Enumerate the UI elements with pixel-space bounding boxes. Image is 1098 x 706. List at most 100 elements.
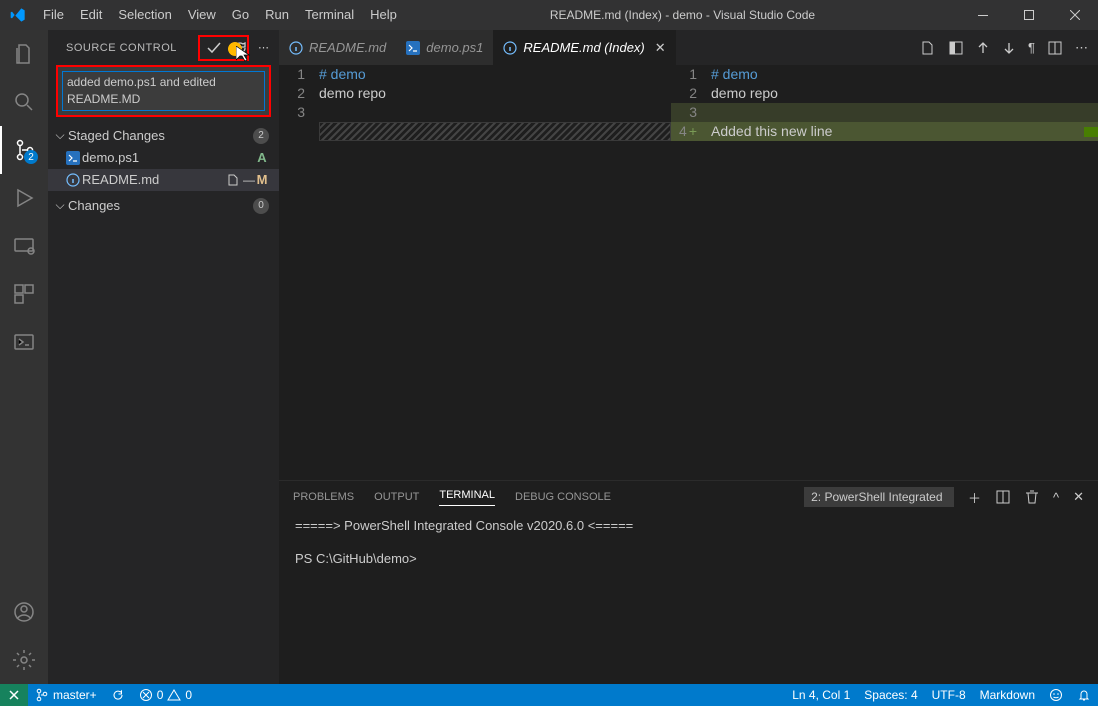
vscode-logo-icon bbox=[0, 7, 35, 23]
chevron-down-icon: ⌵ bbox=[52, 128, 68, 143]
close-button[interactable] bbox=[1052, 0, 1098, 30]
extensions-icon[interactable] bbox=[0, 270, 48, 318]
remote-explorer-icon[interactable] bbox=[0, 222, 48, 270]
menu-selection[interactable]: Selection bbox=[110, 0, 179, 30]
powershell-icon[interactable] bbox=[0, 318, 48, 366]
minimize-button[interactable] bbox=[960, 0, 1006, 30]
indentation[interactable]: Spaces: 4 bbox=[857, 684, 924, 706]
code-line: # demo bbox=[711, 65, 758, 84]
tab-label: README.md bbox=[309, 40, 386, 55]
tab-label: README.md (Index) bbox=[523, 40, 644, 55]
commit-check-icon[interactable] bbox=[206, 40, 222, 56]
diff-placeholder bbox=[319, 122, 671, 141]
prev-change-icon[interactable] bbox=[976, 41, 990, 55]
more-actions-icon[interactable]: ⋯ bbox=[258, 41, 269, 54]
menu-view[interactable]: View bbox=[180, 0, 224, 30]
tab-demo-ps1[interactable]: demo.ps1 bbox=[396, 30, 493, 65]
editor-area: README.md demo.ps1 README.md (Index) ✕ ¶… bbox=[279, 30, 1098, 684]
info-file-icon bbox=[503, 41, 517, 55]
maximize-button[interactable] bbox=[1006, 0, 1052, 30]
more-actions-icon[interactable]: ⋯ bbox=[1075, 40, 1088, 56]
panel-tab-terminal[interactable]: TERMINAL bbox=[439, 489, 495, 506]
editor-modified[interactable]: 1# demo 2demo repo 3 4Added this new lin… bbox=[671, 65, 1098, 480]
code-line: # demo bbox=[319, 65, 366, 84]
changes-label: Changes bbox=[68, 198, 253, 213]
ps1-file-icon bbox=[64, 151, 82, 165]
info-file-icon bbox=[289, 41, 303, 55]
close-panel-icon[interactable]: ✕ bbox=[1073, 489, 1084, 505]
commit-message-input[interactable]: added demo.ps1 and edited README.MD bbox=[56, 65, 271, 117]
terminal-selector[interactable]: 2: PowerShell Integrated bbox=[804, 487, 954, 507]
staged-label: Staged Changes bbox=[68, 128, 253, 143]
window-title: README.md (Index) - demo - Visual Studio… bbox=[405, 8, 960, 22]
menu-edit[interactable]: Edit bbox=[72, 0, 110, 30]
run-debug-icon[interactable] bbox=[0, 174, 48, 222]
feedback-icon[interactable] bbox=[1042, 684, 1070, 706]
kill-terminal-icon[interactable] bbox=[1025, 490, 1039, 504]
terminal-line: PS C:\GitHub\demo> bbox=[295, 550, 1082, 569]
search-icon[interactable] bbox=[0, 78, 48, 126]
status-modified: M bbox=[255, 172, 269, 187]
open-file-icon[interactable] bbox=[226, 173, 240, 187]
explorer-icon[interactable] bbox=[0, 30, 48, 78]
remote-indicator[interactable] bbox=[0, 684, 28, 706]
panel-tab-problems[interactable]: PROBLEMS bbox=[293, 491, 354, 503]
encoding[interactable]: UTF-8 bbox=[925, 684, 973, 706]
branch-indicator[interactable]: master+ bbox=[28, 684, 104, 706]
file-name: demo.ps1 bbox=[82, 150, 255, 165]
activity-bar: 2 bbox=[0, 30, 48, 684]
code-line: demo repo bbox=[319, 84, 386, 103]
code-line: demo repo bbox=[711, 84, 778, 103]
ps1-file-icon bbox=[406, 41, 420, 55]
toggle-side-icon[interactable] bbox=[948, 40, 964, 56]
panel-tab-debug[interactable]: DEBUG CONSOLE bbox=[515, 491, 611, 503]
staged-count-badge: 2 bbox=[253, 128, 269, 144]
staged-file[interactable]: README.md — M bbox=[48, 169, 279, 191]
settings-icon[interactable] bbox=[0, 636, 48, 684]
menu-help[interactable]: Help bbox=[362, 0, 405, 30]
language-mode[interactable]: Markdown bbox=[973, 684, 1042, 706]
file-inline-actions: — bbox=[226, 173, 255, 187]
cursor-icon bbox=[236, 46, 250, 62]
close-tab-icon[interactable]: ✕ bbox=[655, 40, 666, 56]
new-terminal-icon[interactable]: ＋ bbox=[968, 488, 981, 507]
split-editor-icon[interactable] bbox=[1047, 40, 1063, 56]
status-added: A bbox=[255, 150, 269, 165]
problems-indicator[interactable]: 0 0 bbox=[132, 684, 199, 706]
unstage-icon[interactable]: — bbox=[243, 173, 255, 187]
staged-header[interactable]: ⌵ Staged Changes 2 bbox=[48, 125, 279, 147]
terminal-body[interactable]: =====> PowerShell Integrated Console v20… bbox=[279, 513, 1098, 684]
panel: PROBLEMS OUTPUT TERMINAL DEBUG CONSOLE 2… bbox=[279, 480, 1098, 684]
maximize-panel-icon[interactable]: ^ bbox=[1053, 490, 1059, 505]
tab-readme[interactable]: README.md bbox=[279, 30, 396, 65]
accounts-icon[interactable] bbox=[0, 588, 48, 636]
editor-original[interactable]: 1# demo 2demo repo 3 bbox=[279, 65, 671, 480]
tab-label: demo.ps1 bbox=[426, 40, 483, 55]
split-terminal-icon[interactable] bbox=[995, 489, 1011, 505]
chevron-down-icon: ⌵ bbox=[52, 198, 68, 213]
editor-tabs: README.md demo.ps1 README.md (Index) ✕ ¶… bbox=[279, 30, 1098, 65]
source-control-icon[interactable]: 2 bbox=[0, 126, 48, 174]
changes-header[interactable]: ⌵ Changes 0 bbox=[48, 195, 279, 217]
cursor-position[interactable]: Ln 4, Col 1 bbox=[785, 684, 857, 706]
menu-file[interactable]: File bbox=[35, 0, 72, 30]
notifications-icon[interactable] bbox=[1070, 684, 1098, 706]
menu-go[interactable]: Go bbox=[224, 0, 257, 30]
panel-tab-output[interactable]: OUTPUT bbox=[374, 491, 419, 503]
sync-indicator[interactable] bbox=[104, 684, 132, 706]
sidebar-header: SOURCE CONTROL ⋯ bbox=[48, 30, 279, 65]
code-line: Added this new line bbox=[711, 122, 832, 141]
whitespace-icon[interactable]: ¶ bbox=[1028, 40, 1035, 55]
menu-run[interactable]: Run bbox=[257, 0, 297, 30]
sidebar-title: SOURCE CONTROL bbox=[66, 42, 206, 54]
tab-readme-index[interactable]: README.md (Index) ✕ bbox=[493, 30, 675, 65]
diff-marker bbox=[1084, 127, 1098, 137]
open-file-icon[interactable] bbox=[920, 40, 936, 56]
next-change-icon[interactable] bbox=[1002, 41, 1016, 55]
staged-file[interactable]: demo.ps1 A bbox=[48, 147, 279, 169]
file-name: README.md bbox=[82, 172, 226, 187]
diff-editor: 1# demo 2demo repo 3 1# demo 2demo repo … bbox=[279, 65, 1098, 480]
menu-terminal[interactable]: Terminal bbox=[297, 0, 362, 30]
terminal-line: =====> PowerShell Integrated Console v20… bbox=[295, 517, 1082, 536]
window-controls bbox=[960, 0, 1098, 30]
